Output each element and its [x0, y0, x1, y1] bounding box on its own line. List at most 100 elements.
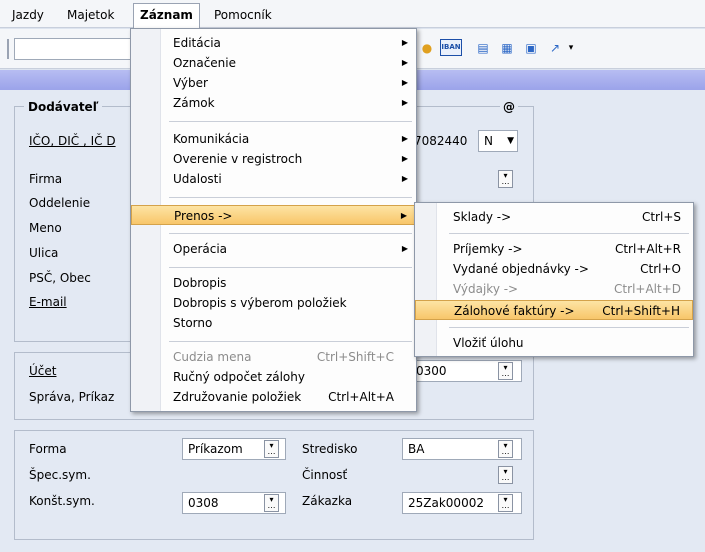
menu-separator [169, 233, 412, 234]
dodavatel-title: Dodávateľ [24, 100, 103, 114]
konst-sym-label: Konšt.sym. [29, 494, 95, 508]
forma-dropdown-button[interactable]: ▾… [264, 440, 279, 458]
menu-separator [169, 121, 412, 122]
iban-button[interactable]: IBAN [440, 39, 462, 56]
menu-item-label: Výber [173, 76, 208, 90]
menu-item-dobropis[interactable]: Dobropis [131, 273, 416, 293]
chevron-right-icon: ▶ [401, 244, 408, 253]
menu-pomocnik[interactable]: Pomocník [208, 5, 278, 25]
menu-separator [449, 233, 689, 234]
chevron-right-icon: ▶ [401, 134, 408, 143]
zakazka-label: Zákazka [302, 494, 353, 508]
menu-item-shortcut: Ctrl+S [641, 210, 681, 224]
toolbar-search-input[interactable] [14, 38, 134, 60]
menu-item-komunikacia[interactable]: Komunikácia ▶ [131, 129, 416, 149]
menu-item-cudzia-mena[interactable]: Cudzia mena Ctrl+Shift+C [131, 347, 416, 367]
spec-sym-label: Špec.sym. [29, 468, 91, 482]
menu-item-label: Zámok [173, 96, 215, 110]
menu-jazdy[interactable]: Jazdy [6, 5, 50, 25]
chevron-down-icon[interactable]: ▾ [562, 39, 580, 57]
menu-item-shortcut: Ctrl+Alt+R [614, 242, 681, 256]
users-icon[interactable]: ● [418, 39, 436, 57]
menu-item-label: Sklady -> [453, 210, 512, 224]
chevron-right-icon: ▶ [401, 98, 408, 107]
menu-item-zamok[interactable]: Zámok ▶ [131, 93, 416, 113]
prenos-submenu: Sklady -> Ctrl+S Príjemky -> Ctrl+Alt+R Vy… [414, 202, 694, 357]
menu-item-label: Prenos -> [174, 209, 233, 223]
menu-item-editacia[interactable]: Editácia ▶ [131, 33, 416, 53]
menu-item-label: Dobropis [173, 276, 227, 290]
ucet-value: 0300 [416, 364, 447, 378]
konst-sym-value: 0308 [188, 496, 219, 510]
menu-item-storno[interactable]: Storno [131, 313, 416, 333]
menu-item-prijemky[interactable]: Príjemky -> Ctrl+Alt+R [415, 239, 693, 259]
menu-item-label: Ručný odpočet zálohy [173, 370, 305, 384]
menu-item-shortcut: Ctrl+Alt+A [328, 390, 394, 404]
meno-label: Meno [29, 221, 62, 235]
ico-label[interactable]: IČO, DIČ , IČ D [29, 134, 116, 148]
menu-item-label: Storno [173, 316, 213, 330]
zakazka-dropdown-button[interactable]: ▾… [498, 494, 513, 512]
menu-item-vydajky[interactable]: Výdajky -> Ctrl+Alt+D [415, 279, 693, 299]
menu-item-label: Združovanie položiek [173, 390, 302, 404]
menu-item-vlozit-ulohu[interactable]: Vložiť úlohu [415, 333, 693, 353]
forma-value: Príkazom [188, 442, 243, 456]
sprava-prikaz-label: Správa, Príkaz [29, 390, 115, 404]
menu-item-label: Vydané objednávky -> [453, 262, 589, 276]
grid-icon[interactable]: ▦ [498, 39, 516, 57]
menu-item-shortcut: Ctrl+Shift+H [602, 304, 680, 318]
email-link[interactable]: E-mail [29, 295, 67, 309]
ucet-dropdown-button[interactable]: ▾… [498, 362, 513, 380]
chevron-right-icon: ▶ [401, 154, 408, 163]
menu-item-sklady[interactable]: Sklady -> Ctrl+S [415, 207, 693, 227]
n-select-value: N [484, 134, 493, 148]
menu-item-label: Označenie [173, 56, 237, 70]
menu-item-vyber[interactable]: Výber ▶ [131, 73, 416, 93]
menu-separator [449, 327, 689, 328]
psc-obec-label: PSČ, Obec [29, 271, 91, 285]
menu-item-prenos[interactable]: Prenos -> ▶ [131, 205, 416, 225]
monitor-icon[interactable]: ▤ [474, 39, 492, 57]
cinnost-label: Činnosť [302, 468, 348, 482]
zaznam-menu: Editácia ▶ Označenie ▶ Výber ▶ Zámok ▶ Komun… [130, 28, 417, 412]
window-icon[interactable]: ▣ [522, 39, 540, 57]
menu-item-operacia[interactable]: Operácia ▶ [131, 239, 416, 259]
konst-sym-dropdown-button[interactable]: ▾… [264, 494, 279, 512]
menu-item-oznacenie[interactable]: Označenie ▶ [131, 53, 416, 73]
menu-item-dobropis-vyber[interactable]: Dobropis s výberom položiek [131, 293, 416, 313]
ulica-label: Ulica [29, 246, 59, 260]
ucet-label[interactable]: Účet [29, 364, 56, 378]
ico-value: 7082440 [414, 134, 468, 148]
menu-item-zalohove-faktury[interactable]: Zálohové faktúry -> Ctrl+Shift+H [415, 300, 693, 320]
menu-majetok[interactable]: Majetok [61, 5, 120, 25]
menu-item-label: Operácia [173, 242, 228, 256]
n-select[interactable]: N ▼ [478, 130, 518, 152]
menu-separator [169, 197, 412, 198]
menu-item-label: Príjemky -> [453, 242, 523, 256]
menu-item-shortcut: Ctrl+Shift+C [316, 350, 394, 364]
cinnost-dropdown-button[interactable]: ▾… [498, 466, 513, 484]
menu-item-label: Komunikácia [173, 132, 250, 146]
chevron-right-icon: ▶ [401, 38, 408, 47]
menu-zaznam[interactable]: Záznam [133, 3, 200, 29]
menu-bar: Jazdy Majetok Záznam Pomocník [0, 0, 705, 29]
oddelenie-label: Oddelenie [29, 196, 91, 210]
menu-item-label: Overenie v registroch [173, 152, 303, 166]
zakazka-value: 25Zak00002 [408, 496, 484, 510]
menu-separator [169, 341, 412, 342]
chevron-right-icon: ▶ [401, 78, 408, 87]
stredisko-label: Stredisko [302, 442, 358, 456]
menu-separator [169, 267, 412, 268]
firma-dropdown-button[interactable]: ▾… [498, 170, 513, 188]
menu-item-rucny-odpocet[interactable]: Ručný odpočet zálohy [131, 367, 416, 387]
stredisko-dropdown-button[interactable]: ▾… [498, 440, 513, 458]
chevron-right-icon: ▶ [401, 58, 408, 67]
menu-item-udalosti[interactable]: Udalosti ▶ [131, 169, 416, 189]
menu-item-zdruzovanie[interactable]: Združovanie položiek Ctrl+Alt+A [131, 387, 416, 407]
firma-label: Firma [29, 172, 63, 186]
menu-item-label: Zálohové faktúry -> [454, 304, 575, 318]
menu-item-vydane-objednavky[interactable]: Vydané objednávky -> Ctrl+O [415, 259, 693, 279]
stredisko-value: BA [408, 442, 425, 456]
menu-item-overenie[interactable]: Overenie v registroch ▶ [131, 149, 416, 169]
menu-item-label: Vložiť úlohu [453, 336, 524, 350]
